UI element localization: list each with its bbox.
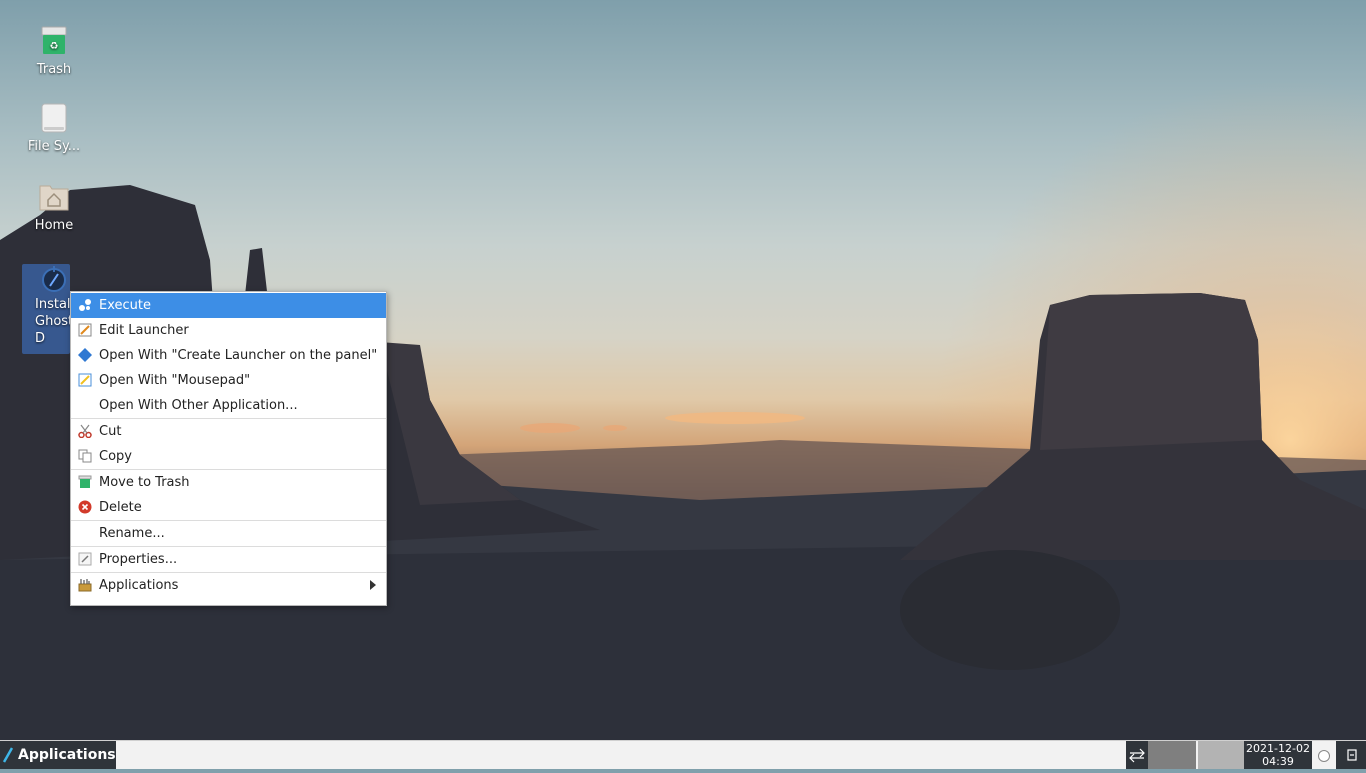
trash-icon	[78, 475, 92, 488]
menu-item-open-with-create-launcher[interactable]: Open With "Create Launcher on the panel"	[71, 343, 386, 368]
menu-item-label: Open With Other Application...	[99, 398, 298, 413]
delete-icon	[78, 500, 92, 514]
clock-time: 04:39	[1262, 755, 1294, 768]
workspace-2[interactable]	[1198, 741, 1244, 769]
menu-item-label: Open With "Mousepad"	[99, 373, 251, 388]
show-desktop-button[interactable]	[1336, 741, 1366, 769]
mousepad-icon	[78, 373, 92, 387]
menu-item-label: Edit Launcher	[99, 323, 189, 338]
launcher-diamond-icon	[78, 348, 92, 362]
desktop-icon-home[interactable]: Home	[19, 182, 89, 233]
properties-icon	[78, 552, 92, 566]
desktop-icon-filesystem[interactable]: File Sy...	[19, 103, 89, 154]
taskbar: Applications 2021-12-02 04:39	[0, 740, 1366, 769]
copy-icon	[78, 449, 92, 463]
desktop-icon-label: Trash	[36, 62, 72, 77]
menu-item-label: Copy	[99, 449, 132, 464]
menu-item-properties[interactable]: Properties...	[71, 547, 386, 572]
menu-item-label: Execute	[99, 298, 151, 313]
menu-item-copy[interactable]: Copy	[71, 444, 386, 469]
desktop-icon-installer[interactable]: Instal GhostE D	[22, 264, 82, 354]
execute-icon	[79, 299, 91, 311]
notification-indicator-icon[interactable]	[1318, 750, 1330, 762]
scissors-icon	[78, 424, 92, 438]
drive-icon	[41, 103, 67, 133]
applications-menu-label: Applications	[18, 747, 116, 763]
desktop-icon-trash[interactable]: ♻ Trash	[19, 24, 89, 77]
menu-item-execute[interactable]: Execute	[71, 293, 386, 318]
workspace-switch-button[interactable]	[1126, 741, 1148, 769]
desktop-icon-label: Home	[34, 218, 74, 233]
menu-item-label: Properties...	[99, 552, 178, 567]
context-menu: Execute Edit Launcher Open With "Create …	[70, 291, 387, 606]
menu-item-move-to-trash[interactable]: Move to Trash	[71, 470, 386, 495]
menu-item-label: Applications	[99, 578, 179, 593]
menu-item-label: Cut	[99, 424, 122, 439]
menu-item-open-with-other[interactable]: Open With Other Application...	[71, 393, 386, 418]
menu-item-applications[interactable]: Applications	[71, 573, 386, 598]
workspace-1[interactable]	[1148, 741, 1196, 769]
menu-item-open-with-mousepad[interactable]: Open With "Mousepad"	[71, 368, 386, 393]
menu-item-rename[interactable]: Rename...	[71, 521, 386, 546]
menu-item-label: Open With "Create Launcher on the panel"	[99, 348, 378, 363]
edit-icon	[78, 323, 92, 337]
applications-icon	[78, 579, 92, 592]
clock[interactable]: 2021-12-02 04:39	[1244, 741, 1312, 769]
launcher-icon	[42, 266, 66, 292]
menu-item-edit-launcher[interactable]: Edit Launcher	[71, 318, 386, 343]
logout-icon	[1347, 749, 1357, 761]
clock-date: 2021-12-02	[1246, 742, 1310, 755]
applications-menu-button[interactable]: Applications	[0, 741, 116, 769]
trash-icon: ♻	[41, 26, 67, 54]
home-folder-icon	[39, 185, 69, 211]
submenu-arrow-icon	[370, 580, 376, 590]
menu-item-label: Rename...	[99, 526, 165, 541]
menu-item-delete[interactable]: Delete	[71, 495, 386, 520]
xfce-logo-icon	[3, 747, 13, 763]
menu-item-label: Delete	[99, 500, 142, 515]
desktop-icon-label: File Sy...	[27, 139, 81, 154]
desktop-icon-label: Instal GhostE D	[35, 297, 82, 346]
menu-item-cut[interactable]: Cut	[71, 419, 386, 444]
svg-text:♻: ♻	[50, 41, 59, 52]
swap-arrows-icon	[1129, 748, 1145, 763]
menu-item-label: Move to Trash	[99, 475, 190, 490]
